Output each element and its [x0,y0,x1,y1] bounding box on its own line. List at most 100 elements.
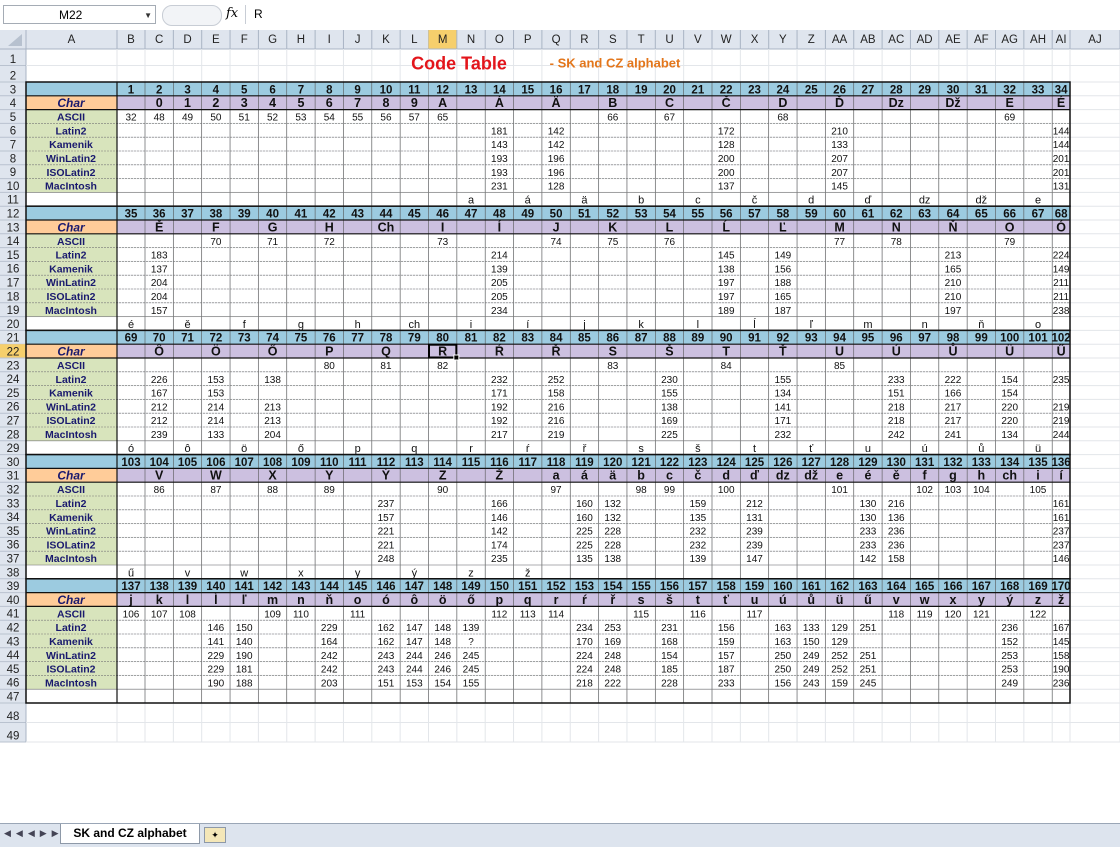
code-value-isolatin2: 246 [434,665,451,676]
block-number: 65 [975,209,988,221]
code-value-winlatin2: 253 [1001,651,1018,662]
block-number: 30 [947,84,960,96]
lower-char: o [1035,319,1041,331]
code-value-ascii: 87 [210,485,222,496]
code-value-kamenik: 146 [491,513,508,524]
code-value-ascii: 102 [916,485,933,496]
lower-char: ě [184,319,190,331]
char-value: 8 [382,96,389,110]
code-value-winlatin2: 207 [831,154,848,165]
code-value-winlatin2: 228 [604,527,621,538]
block-number: 76 [323,333,336,345]
code-value-macintosh: 244 [1053,430,1070,441]
row-header-15: 15 [7,250,20,262]
row-header-20: 20 [7,319,20,331]
block-number: 78 [380,333,393,345]
code-value-kamenik: 161 [1053,513,1070,524]
code-value-isolatin2: 197 [718,292,735,303]
row-header-45: 45 [7,664,20,676]
block-number: 125 [745,457,765,469]
block-number: 137 [121,581,140,593]
row-header-43: 43 [7,636,20,648]
lower-char: m [863,319,872,331]
row-header-1: 1 [10,54,16,66]
row-label-kamenik: Kamenik [49,512,93,524]
row-label-kamenik: Kamenik [49,636,93,648]
block-number: 164 [887,581,907,593]
code-value-macintosh: 239 [151,430,168,441]
code-value-isolatin2: 185 [661,665,678,676]
char-value: ô [411,593,419,607]
code-value-macintosh: 225 [661,430,678,441]
code-value-winlatin2: 196 [548,154,565,165]
char-value: y [978,593,985,607]
code-value-kamenik: 144 [1053,140,1070,151]
column-header-ad: AD [917,34,933,46]
lower-char: i [470,319,472,331]
char-value: N [892,220,901,234]
cell-fill-handle[interactable] [453,354,460,361]
code-value-winlatin2: 212 [151,402,168,413]
code-value-macintosh: 228 [661,678,678,689]
lower-char: ó [128,443,134,455]
block-number: 17 [578,84,591,96]
code-value-winlatin2: 216 [548,402,565,413]
code-value-ascii: 71 [267,237,279,248]
code-value-latin2: 251 [860,623,877,634]
char-value: ž [1058,593,1064,607]
code-value-winlatin2: 158 [1053,651,1070,662]
block-number: 110 [320,457,339,469]
block-number: 141 [235,581,255,593]
char-value: Y [325,469,334,483]
code-value-ascii: 112 [491,609,507,620]
code-value-macintosh: 232 [775,430,792,441]
code-value-ascii: 114 [548,609,564,620]
char-value: 1 [184,96,191,110]
sheet-tab-active[interactable]: SK and CZ alphabet [60,824,200,844]
block-number: 88 [663,333,676,345]
code-value-winlatin2: 197 [718,278,735,289]
code-value-winlatin2: 250 [775,651,792,662]
spreadsheet-grid[interactable]: A B C D E F G H I J K L M N O P Q R S T U V W X Y Z AA AB AC AD AE AF AG… [0,0,1120,846]
code-value-macintosh: 131 [1053,182,1070,193]
lower-char: q [411,443,417,455]
row-header-26: 26 [7,402,20,414]
code-value-ascii: 120 [945,609,962,620]
char-value: g [949,469,957,483]
block-number: 1 [128,84,135,96]
lower-char: s [638,443,644,455]
lower-char: á [525,195,532,207]
code-value-kamenik: 169 [604,637,621,648]
block-number: 26 [833,84,846,96]
code-value-latin2: 132 [604,499,621,510]
row-header-33: 33 [7,498,20,510]
code-value-kamenik: 157 [378,513,395,524]
char-value: S [609,345,617,359]
code-value-isolatin2: 243 [378,665,395,676]
row-header-8: 8 [10,153,16,165]
code-value-isolatin2: 214 [208,416,225,427]
block-number: 116 [490,457,509,469]
char-value: ő [467,593,475,607]
code-value-ascii: 111 [350,609,366,620]
column-header-ae: AE [945,34,961,46]
lower-char: w [239,567,248,579]
code-value-winlatin2: 214 [208,402,225,413]
block-number: 122 [660,457,679,469]
char-value: M [834,220,844,234]
column-header-z: Z [808,34,815,46]
code-value-ascii: 68 [777,113,789,124]
column-header-f: F [241,34,248,46]
code-value-kamenik: 131 [746,513,763,524]
insert-sheet-icon[interactable]: ✦ [204,827,226,843]
code-value-macintosh: 242 [888,430,905,441]
code-value-macintosh: 135 [576,554,593,565]
char-value: Ch [378,220,395,234]
row-header-17: 17 [7,278,20,290]
code-value-latin2: 214 [491,251,508,262]
code-value-latin2: 149 [775,251,792,262]
code-value-latin2: 153 [208,375,225,386]
block-number: 16 [550,84,563,96]
row-label-winlatin2: WinLatin2 [46,277,96,289]
code-value-latin2: 160 [576,499,593,510]
